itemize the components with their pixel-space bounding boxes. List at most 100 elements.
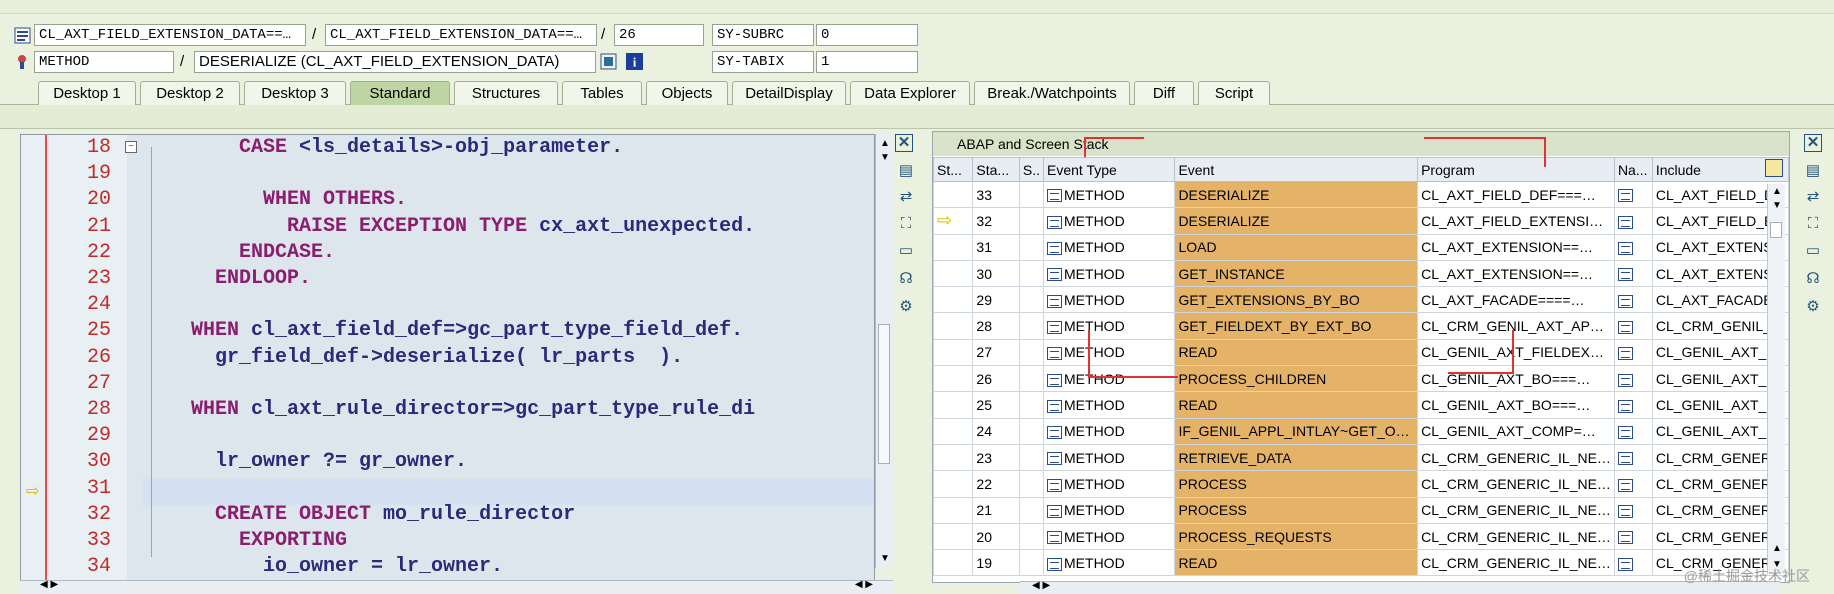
name-cell[interactable] <box>1613 496 1653 524</box>
program-cell[interactable]: CL_AXT_FIELD_EXTENSI… <box>1417 207 1615 235</box>
name-cell[interactable] <box>1613 549 1653 577</box>
scroll-down-icon[interactable]: ▼ <box>880 152 890 163</box>
maximize-icon[interactable]: ⛶ <box>895 213 917 235</box>
navigate-icon[interactable] <box>1617 215 1633 229</box>
event-type-cell[interactable]: METHOD <box>1043 338 1176 367</box>
level-cell[interactable]: 19 <box>972 549 1020 577</box>
stack-row[interactable]: 24 METHOD IF_GENIL_APPL_INTLAY~GET_O… CL_GE… <box>932 417 1790 445</box>
level-cell[interactable]: 29 <box>972 286 1020 314</box>
s-cell[interactable] <box>1018 417 1045 445</box>
s-cell[interactable] <box>1018 233 1045 261</box>
name-cell[interactable] <box>1613 470 1653 498</box>
event-cell[interactable]: GET_INSTANCE <box>1174 259 1419 288</box>
status-cell[interactable] <box>932 338 974 367</box>
navigate-icon[interactable] <box>1617 399 1633 413</box>
event-cell[interactable]: RETRIEVE_DATA <box>1174 443 1419 472</box>
name-cell[interactable] <box>1613 259 1653 288</box>
swap-tool-icon[interactable]: ⇄ <box>1802 186 1824 208</box>
name-cell[interactable] <box>1613 207 1653 235</box>
navigate-icon[interactable] <box>1617 557 1633 571</box>
name-cell[interactable] <box>1613 338 1653 367</box>
event-type-cell[interactable]: METHOD <box>1043 496 1176 524</box>
stack-row[interactable]: 22 METHOD PROCESS CL_CRM_GENERIC_IL_NE… CL_C… <box>932 470 1790 498</box>
include-field[interactable]: CL_AXT_FIELD_EXTENSION_DATA==… <box>325 24 597 46</box>
services-icon[interactable]: ☊ <box>1802 268 1824 290</box>
event-cell[interactable]: DESERIALIZE <box>1174 207 1419 235</box>
program-cell[interactable]: CL_AXT_FACADE====… <box>1417 286 1615 314</box>
maximize-icon[interactable]: ⛶ <box>1802 213 1824 235</box>
level-cell[interactable]: 22 <box>972 470 1020 498</box>
navigate-icon[interactable] <box>1617 242 1633 256</box>
event-cell[interactable]: DESERIALIZE <box>1174 180 1419 209</box>
event-cell[interactable]: PROCESS_REQUESTS <box>1174 522 1419 551</box>
settings-icon[interactable]: ⚙ <box>1802 296 1824 318</box>
s-cell[interactable] <box>1018 522 1045 551</box>
status-cell[interactable] <box>932 417 974 445</box>
level-cell[interactable]: 27 <box>972 338 1020 367</box>
tab-diff[interactable]: Diff <box>1134 81 1194 105</box>
scroll-up-icon[interactable]: ▲ <box>1772 543 1782 554</box>
program-cell[interactable]: CL_GENIL_AXT_COMP=… <box>1417 417 1615 445</box>
level-cell[interactable]: 31 <box>972 233 1020 261</box>
event-cell[interactable]: PROCESS_CHILDREN <box>1174 365 1419 393</box>
level-cell[interactable]: 26 <box>972 365 1020 393</box>
close-icon[interactable]: ✕ <box>1804 134 1822 152</box>
event-cell[interactable]: GET_EXTENSIONS_BY_BO <box>1174 286 1419 314</box>
status-cell[interactable] <box>932 496 974 524</box>
col-stack-level[interactable]: Sta... <box>972 157 1020 182</box>
stack-row[interactable]: 30 METHOD GET_INSTANCE CL_AXT_EXTENSION==… C… <box>932 259 1790 288</box>
navigate-icon[interactable] <box>1617 347 1633 361</box>
stack-row[interactable]: ⇨ 32 METHOD DESERIALIZE CL_AXT_FIELD_EXTENSI… <box>932 207 1790 235</box>
level-cell[interactable]: 20 <box>972 522 1020 551</box>
tab-standard[interactable]: Standard <box>350 81 450 105</box>
services-icon[interactable]: ☊ <box>895 268 917 290</box>
event-type-cell[interactable]: METHOD <box>1043 286 1176 314</box>
level-cell[interactable]: 25 <box>972 391 1020 419</box>
program-cell[interactable]: CL_AXT_EXTENSION==… <box>1417 233 1615 261</box>
settings-icon[interactable]: ⚙ <box>895 296 917 318</box>
line-field[interactable]: 26 <box>614 24 704 46</box>
col-s[interactable]: S.. <box>1018 157 1045 182</box>
swap-tool-icon[interactable]: ⇄ <box>895 186 917 208</box>
tab-data-explorer[interactable]: Data Explorer <box>850 81 970 105</box>
status-cell[interactable] <box>932 286 974 314</box>
event-cell[interactable]: READ <box>1174 338 1419 367</box>
event-type-cell[interactable]: METHOD <box>1043 443 1176 472</box>
navigate-icon[interactable] <box>1617 189 1633 203</box>
stack-row[interactable]: 26 METHOD PROCESS_CHILDREN CL_GENIL_AXT_BO=… <box>932 365 1790 393</box>
event-cell[interactable]: PROCESS <box>1174 470 1419 498</box>
display-icon[interactable] <box>600 53 617 70</box>
level-cell[interactable]: 33 <box>972 180 1020 209</box>
name-cell[interactable] <box>1613 286 1653 314</box>
s-cell[interactable] <box>1018 443 1045 472</box>
col-name[interactable]: Na... <box>1613 157 1653 182</box>
event-cell[interactable]: LOAD <box>1174 233 1419 261</box>
program-cell[interactable]: CL_AXT_FIELD_DEF===… <box>1417 180 1615 209</box>
status-cell[interactable] <box>932 549 974 577</box>
scroll-down-icon[interactable]: ▼ <box>1772 200 1782 211</box>
col-program[interactable]: Program <box>1417 157 1615 182</box>
tab-desktop-1[interactable]: Desktop 1 <box>38 81 136 105</box>
event-type-cell[interactable]: METHOD <box>1043 365 1176 393</box>
source-editor[interactable]: 18 19 20 21 22 23 24 25 26 27 28 29 30 31 32 33 34 − ⇨ C… <box>20 134 875 582</box>
tab-desktop-2[interactable]: Desktop 2 <box>140 81 240 105</box>
scroll-up-icon[interactable]: ▲ <box>880 138 890 149</box>
program-cell[interactable]: CL_CRM_GENERIC_IL_NE… <box>1417 522 1615 551</box>
stack-row[interactable]: 21 METHOD PROCESS CL_CRM_GENERIC_IL_NE… CL_C… <box>932 496 1790 524</box>
event-cell[interactable]: GET_FIELDEXT_BY_EXT_BO <box>1174 312 1419 340</box>
event-cell[interactable]: READ <box>1174 549 1419 577</box>
status-cell[interactable] <box>932 391 974 419</box>
stack-hscrollbar[interactable]: ◀ ▶ <box>1020 580 1780 594</box>
status-cell[interactable] <box>932 365 974 393</box>
s-cell[interactable] <box>1018 286 1045 314</box>
stack-row[interactable]: 23 METHOD RETRIEVE_DATA CL_CRM_GENERIC_IL_N… <box>932 443 1790 472</box>
event-type-field[interactable]: METHOD <box>34 51 174 73</box>
scroll-down-icon[interactable]: ▼ <box>880 553 890 564</box>
event-type-cell[interactable]: METHOD <box>1043 470 1176 498</box>
stack-row[interactable]: 33 METHOD DESERIALIZE CL_AXT_FIELD_DEF===… C… <box>932 180 1790 209</box>
info-icon[interactable]: i <box>626 53 643 70</box>
scroll-left-icon[interactable]: ◀ ▶ <box>40 579 58 590</box>
level-cell[interactable]: 24 <box>972 417 1020 445</box>
s-cell[interactable] <box>1018 312 1045 340</box>
status-cell[interactable]: ⇨ <box>932 207 974 235</box>
